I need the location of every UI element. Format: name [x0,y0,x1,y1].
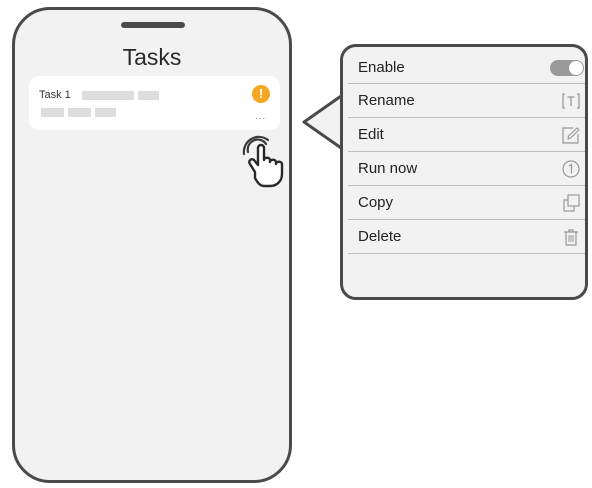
menu-item-copy[interactable]: Copy [348,186,585,220]
phone-notch [121,22,185,28]
menu-item-label: Enable [358,59,405,76]
context-menu-popup: Enable Rename Edit Run now Copy Delete [300,44,590,302]
menu-item-label: Run now [358,160,418,177]
context-menu: Enable Rename Edit Run now Copy Delete [340,44,588,300]
page-title: Tasks [122,44,182,70]
more-options-icon[interactable]: ... [255,112,266,122]
placeholder-bar [138,91,159,100]
menu-item-label: Copy [358,194,394,211]
menu-item-enable[interactable]: Enable [348,51,585,84]
menu-item-edit[interactable]: Edit [348,118,585,152]
alert-icon: ! [252,85,270,103]
pointing-hand-icon [242,135,284,188]
placeholder-bar [82,91,134,100]
phone-screen: Tasks Task 1 ! ... [12,7,292,483]
enable-toggle[interactable] [550,60,584,76]
menu-item-run-now[interactable]: Run now [348,152,585,186]
placeholder-bar [68,108,91,117]
toggle-knob [569,61,583,75]
placeholder-bar [41,108,64,117]
copy-icon [563,194,580,212]
placeholder-bar [95,108,116,117]
task-card[interactable]: Task 1 ! ... [29,76,280,130]
task-name: Task 1 [39,89,71,101]
trash-icon [564,229,578,246]
menu-item-label: Edit [358,126,384,143]
menu-item-label: Delete [358,228,402,245]
edit-icon [562,127,580,144]
run-now-icon [562,160,580,178]
rename-icon [562,93,580,109]
menu-item-delete[interactable]: Delete [348,220,585,254]
menu-item-rename[interactable]: Rename [348,84,585,118]
menu-item-label: Rename [358,92,415,109]
